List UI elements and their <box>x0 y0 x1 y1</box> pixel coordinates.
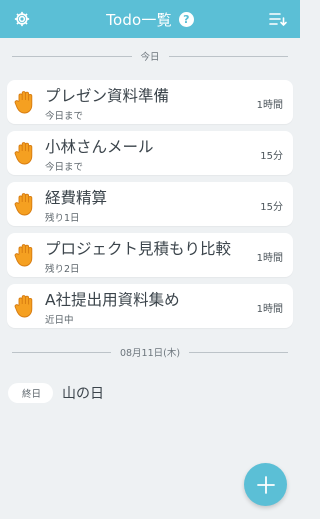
task-duration: 15分 <box>260 151 283 162</box>
task-title: 小林さんメール <box>45 138 154 156</box>
calendar-event[interactable]: 終日 山の日 <box>8 383 104 403</box>
raised-hand-icon <box>14 91 33 114</box>
task-duration: 15分 <box>260 202 283 213</box>
all-day-badge: 終日 <box>8 383 54 403</box>
task-title: プロジェクト見積もり比較 <box>45 240 232 258</box>
task-title: 経費精算 <box>45 189 108 207</box>
add-todo-button[interactable] <box>244 463 287 506</box>
task-card[interactable]: プロジェクト見積もり比較 残り2日 1時間 <box>7 233 293 277</box>
task-duration: 1時間 <box>256 100 283 111</box>
date-divider: 08月11日(木) <box>12 344 288 360</box>
app-header: Todo一覧 ? <box>0 0 300 38</box>
raised-hand-icon <box>14 193 33 216</box>
raised-hand-icon <box>14 142 33 165</box>
task-title: プレゼン資料準備 <box>45 87 170 105</box>
sort-list-icon[interactable] <box>268 10 288 28</box>
task-due: 近日中 <box>45 315 74 326</box>
task-card[interactable]: 小林さんメール 今日まで 15分 <box>7 131 293 175</box>
page-title: Todo一覧 <box>106 10 172 29</box>
task-due: 今日まで <box>45 162 84 173</box>
task-title: A社提出用資料集め <box>45 291 180 309</box>
task-duration: 1時間 <box>256 304 283 315</box>
task-card[interactable]: プレゼン資料準備 今日まで 1時間 <box>7 80 293 124</box>
date-label: 今日 <box>140 52 160 63</box>
task-card[interactable]: 経費精算 残り1日 15分 <box>7 182 293 226</box>
event-title: 山の日 <box>62 386 105 402</box>
raised-hand-icon <box>14 244 33 267</box>
plus-icon <box>256 475 275 494</box>
raised-hand-icon <box>14 295 33 318</box>
date-label: 08月11日(木) <box>119 348 181 359</box>
help-icon[interactable]: ? <box>178 11 194 27</box>
date-divider: 今日 <box>12 48 289 64</box>
task-due: 残り1日 <box>45 213 80 224</box>
task-due: 今日まで <box>45 111 84 122</box>
task-due: 残り2日 <box>45 264 80 275</box>
task-duration: 1時間 <box>256 253 283 264</box>
task-card[interactable]: A社提出用資料集め 近日中 1時間 <box>7 284 293 328</box>
